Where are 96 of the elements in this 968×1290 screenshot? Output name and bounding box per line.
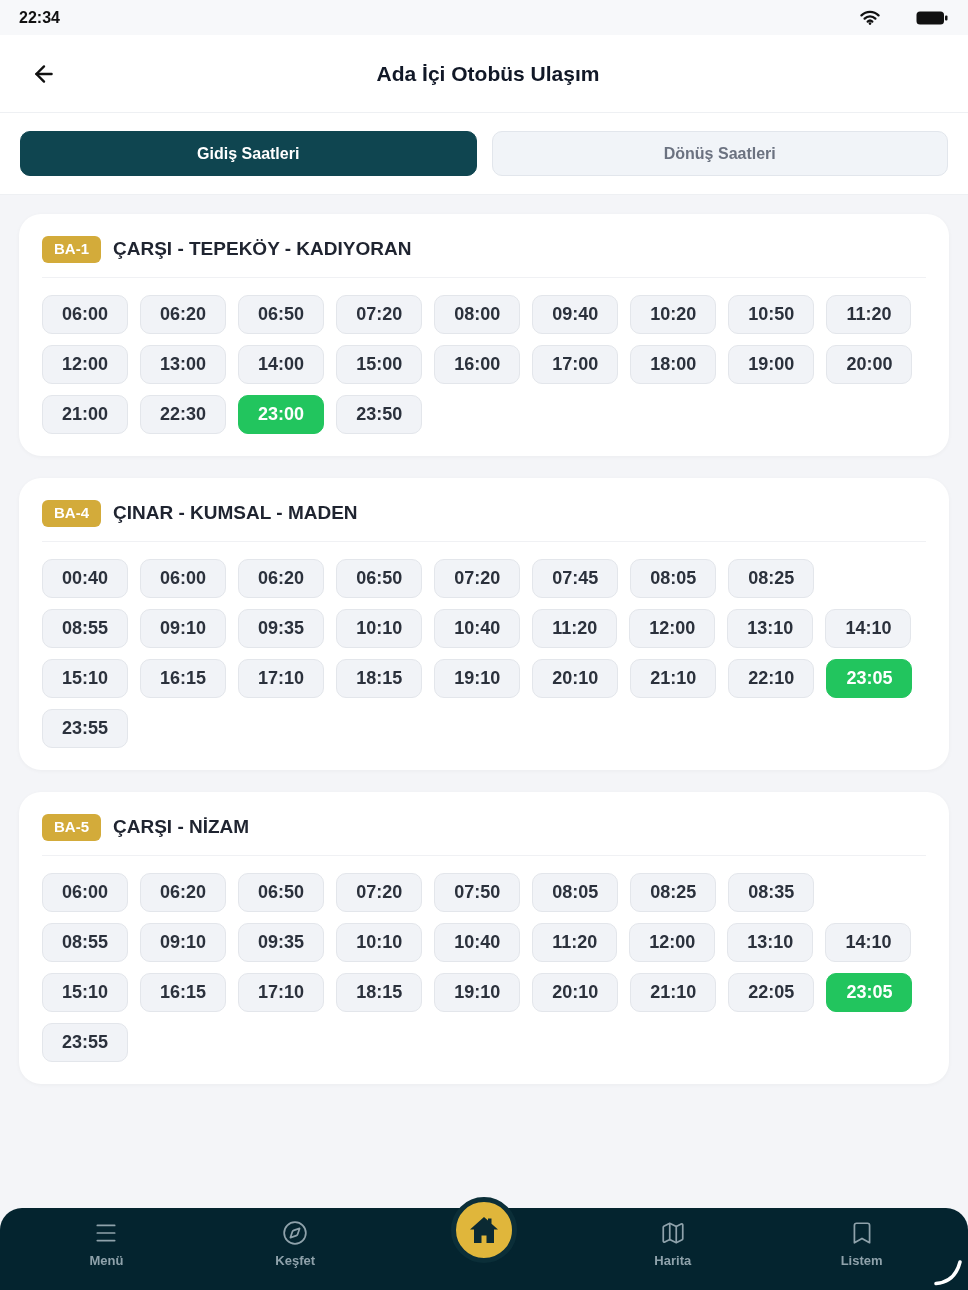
time-chip: 08:05 [532,873,619,912]
time-chip: 21:10 [630,973,717,1012]
time-chip: 08:25 [630,873,717,912]
time-chip: 17:10 [238,659,325,698]
time-chip: 07:20 [336,873,423,912]
time-chip: 18:15 [336,659,423,698]
time-chip: 14:10 [825,923,912,962]
route-code-badge: BA-5 [42,814,101,841]
time-chip: 07:20 [336,295,423,334]
time-chip: 20:10 [532,659,619,698]
time-chip: 09:35 [238,609,325,648]
time-chip: 06:00 [140,559,227,598]
time-chip: 07:20 [434,559,521,598]
time-chip: 06:20 [140,295,227,334]
time-chip: 08:55 [42,609,129,648]
corner-arc-icon [934,1260,962,1286]
time-chip: 16:00 [434,345,521,384]
time-chip: 19:00 [728,345,815,384]
map-icon [659,1220,686,1246]
time-chip: 18:15 [336,973,423,1012]
time-chip: 11:20 [826,295,912,334]
time-chip: 11:20 [532,923,618,962]
time-chip: 20:10 [532,973,619,1012]
time-chip: 15:00 [336,345,423,384]
time-chip: 20:00 [826,345,913,384]
time-chip: 23:05 [826,659,913,698]
tab[interactable]: Dönüş Saatleri [491,131,948,176]
time-chip: 22:10 [728,659,815,698]
time-chip: 17:10 [238,973,325,1012]
time-chip: 10:50 [728,295,815,334]
time-chip: 06:50 [238,295,325,334]
time-chip: 19:10 [434,973,521,1012]
time-chip: 07:50 [434,873,521,912]
time-chip: 16:15 [140,973,227,1012]
route-name: ÇARŞI - NİZAM [113,815,250,840]
status-time: 22:34 [19,7,60,28]
time-chip: 12:00 [629,609,716,648]
time-chip: 10:10 [336,923,423,962]
list-button[interactable]: Listem [840,1208,883,1290]
route-code-badge: BA-1 [42,236,101,263]
time-chip: 16:15 [140,659,227,698]
time-chip: 23:50 [336,395,423,434]
battery-icon [916,10,948,25]
time-chip: 09:35 [238,923,325,962]
time-chip: 06:50 [336,559,423,598]
time-chip: 11:20 [532,609,618,648]
time-chip: 22:30 [140,395,227,434]
time-chip: 13:10 [727,609,814,648]
time-chip: 14:00 [238,345,325,384]
explore-button[interactable]: Keşfet [275,1208,316,1290]
page-title: Ada İçi Otobüs Ulaşım [375,60,600,87]
time-chip: 10:20 [630,295,717,334]
time-chip: 09:10 [140,923,227,962]
time-chip: 10:40 [434,609,521,648]
time-chip: 21:00 [42,395,129,434]
time-chip: 23:05 [826,973,913,1012]
time-chip: 13:00 [140,345,227,384]
time-chip: 15:10 [42,659,129,698]
tab[interactable]: Gidiş Saatleri [20,131,477,176]
time-chip: 08:35 [728,873,815,912]
time-chip: 00:40 [42,559,129,598]
time-chip: 12:00 [42,345,129,384]
time-chip: 12:00 [629,923,716,962]
time-chip: 08:25 [728,559,815,598]
time-chip: 10:10 [336,609,423,648]
time-chip: 23:55 [42,1023,129,1062]
time-chip: 15:10 [42,973,129,1012]
route-code-badge: BA-4 [42,500,101,527]
time-chip: 10:40 [434,923,521,962]
time-chip: 07:45 [532,559,619,598]
map-button[interactable]: Harita [654,1208,692,1290]
compass-icon [282,1220,309,1246]
wifi-icon [860,10,880,25]
time-chip: 09:10 [140,609,227,648]
time-chip: 08:00 [434,295,521,334]
time-chip: 17:00 [532,345,619,384]
time-chip: 14:10 [825,609,912,648]
time-chip: 08:05 [630,559,717,598]
time-chip: 23:00 [238,395,325,434]
menu-button[interactable]: Menü [89,1208,124,1290]
time-chip: 08:55 [42,923,129,962]
time-chip: 21:10 [630,659,717,698]
time-chip: 18:00 [630,345,717,384]
time-chip: 09:40 [532,295,619,334]
time-chip: 19:10 [434,659,521,698]
time-chip: 06:00 [42,873,129,912]
time-chip: 06:50 [238,873,325,912]
time-chip: 06:20 [140,873,227,912]
route-name: ÇINAR - KUMSAL - MADEN [113,501,358,526]
time-chip: 22:05 [728,973,815,1012]
time-chip: 06:20 [238,559,325,598]
time-chip: 06:00 [42,295,129,334]
time-chip: 13:10 [727,923,814,962]
home-icon [469,1216,499,1244]
route-name: ÇARŞI - TEPEKÖY - KADIYORAN [113,237,412,262]
time-chip: 23:55 [42,709,129,748]
